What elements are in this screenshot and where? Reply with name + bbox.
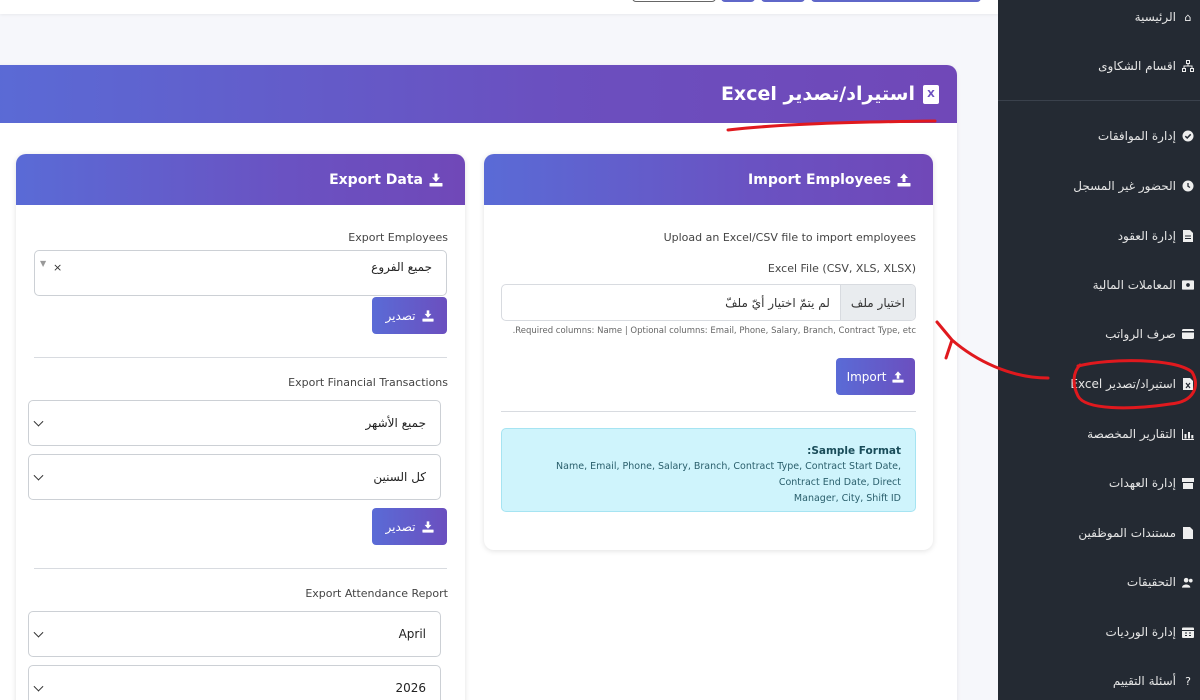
sidebar-item-custom-reports[interactable]: التقارير المخصصة	[1087, 423, 1194, 445]
import-button-label: Import	[846, 369, 887, 384]
chart-icon	[1182, 428, 1194, 440]
sidebar-item-evaluation-questions[interactable]: ? أسئلة التقييم	[1113, 670, 1194, 692]
choose-file-button[interactable]: اختيار ملف	[839, 285, 915, 320]
file-status-text: لم يتمّ اختيار أيّ ملفّ	[725, 295, 830, 310]
sitemap-icon	[1182, 60, 1194, 72]
main-card-header: X استيراد/تصدير Excel	[0, 65, 957, 123]
import-employees-card: Import Employees Upload an Excel/CSV fil…	[484, 154, 933, 550]
year-selected-value: 2026	[395, 681, 426, 695]
sample-format-line-2: Manager, City, Shift ID	[793, 493, 901, 504]
sample-format-line-1: Name, Email, Phone, Salary, Branch, Cont…	[556, 461, 901, 488]
navbar-button-1[interactable]	[721, 0, 755, 2]
upload-icon	[892, 370, 904, 383]
page-title: استيراد/تصدير Excel	[720, 83, 915, 105]
export-button-label: تصدير	[385, 519, 416, 534]
chevron-down-icon	[33, 416, 44, 427]
clear-selection-icon[interactable]: ×	[53, 261, 62, 274]
months-selected-value: جميع الأشهر	[365, 416, 426, 430]
sidebar-item-complaint-sections[interactable]: اقسام الشكاوى	[1098, 55, 1194, 77]
divider	[501, 411, 916, 412]
export-financial-button[interactable]: تصدير	[372, 508, 447, 545]
money-icon	[1182, 279, 1194, 291]
years-selected-value: كل السنين	[373, 470, 426, 484]
file-input[interactable]: اختيار ملف لم يتمّ اختيار أيّ ملفّ	[501, 284, 916, 321]
sample-format-alert: :Sample Format Name, Email, Phone, Salar…	[501, 428, 916, 512]
clock-icon	[1182, 180, 1194, 192]
export-card-title: Export Data	[329, 171, 423, 188]
box-icon	[1182, 477, 1194, 489]
divider	[34, 568, 447, 569]
import-card-header: Import Employees	[484, 154, 933, 205]
top-navbar	[0, 0, 998, 14]
sidebar-item-approvals[interactable]: إدارة الموافقات	[1098, 125, 1194, 147]
sidebar: ⌂ الرئيسية اقسام الشكاوى إدارة الموافقات…	[998, 0, 1200, 700]
navbar-button-outline[interactable]	[632, 0, 716, 2]
import-button[interactable]: Import	[836, 358, 915, 395]
download-icon	[429, 173, 443, 187]
navbar-button-2[interactable]	[761, 0, 805, 2]
excel-file-icon	[1182, 378, 1194, 390]
sidebar-item-custody[interactable]: إدارة العهدات	[1109, 472, 1194, 494]
excel-file-icon: X	[923, 84, 939, 104]
year-select[interactable]: 2026	[28, 665, 441, 700]
sidebar-item-investigations[interactable]: التحقيقات	[1127, 571, 1194, 593]
month-select[interactable]: April	[28, 611, 441, 657]
sidebar-item-unregistered-attendance[interactable]: الحضور غير المسجل	[1073, 175, 1194, 197]
download-icon	[421, 520, 434, 533]
branches-selected-value: جميع الفروع	[371, 260, 432, 274]
export-button-label: تصدير	[385, 308, 416, 323]
navbar-button-3[interactable]	[811, 0, 981, 2]
sidebar-item-financial-transactions[interactable]: المعاملات المالية	[1093, 274, 1194, 296]
home-icon: ⌂	[1184, 10, 1192, 24]
import-card-title: Import Employees	[748, 171, 891, 188]
month-selected-value: April	[398, 627, 426, 641]
question-icon: ?	[1185, 674, 1191, 688]
sidebar-item-contracts[interactable]: إدارة العقود	[1118, 225, 1194, 247]
sidebar-item-employee-documents[interactable]: مستندات الموظفين	[1078, 522, 1194, 544]
chevron-down-icon	[33, 627, 44, 638]
export-financial-label: Export Financial Transactions	[288, 376, 448, 389]
months-select[interactable]: جميع الأشهر	[28, 400, 441, 446]
export-employees-label: Export Employees	[348, 231, 448, 244]
export-employees-button[interactable]: تصدير	[372, 297, 447, 334]
contract-icon	[1182, 230, 1194, 242]
sample-format-title: :Sample Format	[807, 445, 901, 457]
download-icon	[421, 309, 434, 322]
file-input-label: Excel File (CSV, XLS, XLSX)	[767, 262, 916, 275]
export-attendance-label: Export Attendance Report	[305, 587, 448, 600]
required-columns-help: .Required columns: Name | Optional colum…	[512, 326, 916, 336]
chevron-down-icon	[33, 470, 44, 481]
check-circle-icon	[1182, 130, 1194, 142]
export-card-header: Export Data	[16, 154, 465, 205]
upload-icon	[897, 173, 911, 187]
sidebar-divider	[998, 100, 1200, 101]
calendar-icon	[1182, 626, 1194, 638]
years-select[interactable]: كل السنين	[28, 454, 441, 500]
users-icon	[1182, 576, 1194, 588]
sidebar-item-home[interactable]: ⌂ الرئيسية	[1135, 6, 1194, 28]
export-data-card: Export Data Export Employees جميع الفروع…	[16, 154, 465, 700]
chevron-down-icon	[33, 681, 44, 692]
sidebar-item-payroll[interactable]: صرف الرواتب	[1105, 323, 1194, 345]
sidebar-item-shifts[interactable]: إدارة الورديات	[1105, 621, 1194, 643]
wallet-icon	[1182, 328, 1194, 340]
divider	[34, 357, 447, 358]
dropdown-arrow-icon: ▼	[40, 259, 47, 268]
sidebar-item-excel-import-export[interactable]: استيراد/تصدير Excel	[1070, 373, 1194, 395]
branches-select[interactable]: جميع الفروع × ▼	[34, 250, 447, 296]
document-icon	[1182, 527, 1194, 539]
import-description: Upload an Excel/CSV file to import emplo…	[663, 231, 916, 244]
